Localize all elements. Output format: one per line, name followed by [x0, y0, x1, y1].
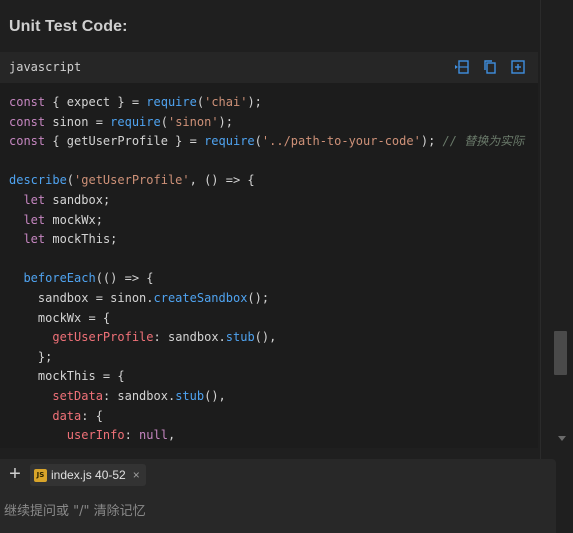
code-token: (); — [247, 290, 270, 305]
code-token: }; — [9, 349, 53, 364]
code-token: ); — [420, 134, 443, 149]
code-actions — [454, 59, 526, 75]
code-line: const sinon = require('sinon'); — [9, 113, 524, 133]
code-token: ( — [160, 114, 168, 129]
code-line: const { expect } = require('chai'); — [9, 93, 524, 113]
section-heading: Unit Test Code: — [9, 18, 128, 35]
code-token: : — [124, 428, 140, 443]
chat-input-panel: + JS index.js 40-52 × — [0, 459, 556, 533]
new-file-icon[interactable] — [510, 59, 526, 75]
code-token: mockThis = { — [9, 369, 125, 384]
code-token: ( — [196, 95, 205, 109]
code-token: (), — [204, 388, 226, 403]
code-line: mockWx = { — [9, 309, 524, 329]
chat-panel: Unit Test Code: javascript const { expec… — [0, 0, 573, 533]
code-token: let — [23, 212, 46, 227]
code-line: describe('getUserProfile', () => { — [9, 171, 524, 191]
code-token: userInfo — [66, 428, 125, 443]
code-token: mockThis; — [45, 232, 118, 247]
code-token: getUserProfile — [52, 330, 154, 345]
file-chip-label: index.js 40-52 — [51, 468, 126, 482]
code-token: null — [139, 428, 168, 443]
code-token: sandbox; — [45, 192, 111, 207]
code-token: 'sinon' — [167, 114, 219, 129]
code-token: createSandbox — [153, 290, 248, 305]
add-context-button[interactable]: + — [4, 464, 26, 486]
code-token: require — [110, 114, 161, 129]
code-token: let — [23, 232, 46, 247]
insert-at-cursor-icon[interactable] — [454, 59, 470, 75]
code-token: const — [9, 134, 46, 149]
scroll-down-arrow-icon[interactable] — [558, 436, 566, 441]
code-token: , — [167, 428, 176, 443]
chat-input[interactable] — [4, 500, 544, 522]
code-line: data: { — [9, 407, 524, 427]
code-line: getUserProfile: sandbox.stub(), — [9, 328, 524, 348]
code-token: : { — [81, 408, 103, 423]
code-token: stub — [225, 330, 255, 345]
javascript-file-icon: JS — [34, 468, 47, 482]
code-line: }; — [9, 348, 524, 368]
code-token: ( — [66, 173, 75, 188]
code-line: let mockWx; — [9, 211, 524, 231]
code-line: beforeEach(() => { — [9, 269, 524, 289]
scrollbar-track[interactable] — [540, 0, 573, 460]
code-token: (() => { — [95, 271, 154, 286]
code-token: data — [52, 408, 82, 423]
code-block-header: javascript — [0, 52, 538, 83]
code-language-label: javascript — [9, 60, 82, 74]
code-block-body: const { expect } = require('chai'); const… — [0, 83, 538, 448]
code-token: let — [23, 192, 46, 207]
code-token: mockWx; — [45, 212, 103, 227]
code-line: const { getUserProfile } = require('../p… — [9, 132, 524, 152]
code-token: const — [9, 95, 46, 109]
code-line: mockThis = { — [9, 367, 524, 387]
context-file-chip[interactable]: JS index.js 40-52 × — [30, 464, 146, 486]
code-token: // 替换为实际 — [442, 134, 525, 149]
code-token: 'getUserProfile' — [74, 173, 190, 188]
code-token: : sandbox. — [153, 330, 226, 345]
code-token: { getUserProfile } = — [45, 134, 205, 149]
code-token: (), — [254, 330, 277, 345]
code-token: require — [204, 134, 255, 149]
copy-icon[interactable] — [482, 59, 498, 75]
code-token: 'chai' — [204, 95, 248, 109]
code-token: require — [146, 95, 197, 109]
code-token: , () => { — [189, 173, 255, 188]
code-token: ); — [247, 95, 262, 109]
code-lines: const { expect } = require('chai'); const… — [9, 93, 524, 446]
code-line: userInfo: null, — [9, 426, 524, 446]
code-token: { expect } = — [45, 95, 147, 109]
code-token: describe — [9, 173, 67, 188]
scrollbar-thumb[interactable] — [554, 331, 567, 375]
code-token: ); — [218, 114, 233, 129]
code-token: : sandbox. — [102, 388, 176, 403]
code-token: beforeEach — [23, 271, 96, 286]
close-icon[interactable]: × — [133, 468, 140, 482]
code-token: ( — [254, 134, 262, 149]
code-line: sandbox = sinon.createSandbox(); — [9, 289, 524, 309]
code-token: '../path-to-your-code' — [261, 134, 421, 149]
code-token: const — [9, 114, 46, 129]
code-line: let mockThis; — [9, 230, 524, 250]
code-token: sinon = — [45, 114, 111, 129]
code-token: stub — [175, 388, 205, 403]
code-token: mockWx = { — [9, 310, 111, 325]
code-line: setData: sandbox.stub(), — [9, 387, 524, 407]
code-line: let sandbox; — [9, 191, 524, 211]
code-token: sandbox = sinon. — [9, 290, 154, 305]
code-token: setData — [52, 388, 103, 403]
